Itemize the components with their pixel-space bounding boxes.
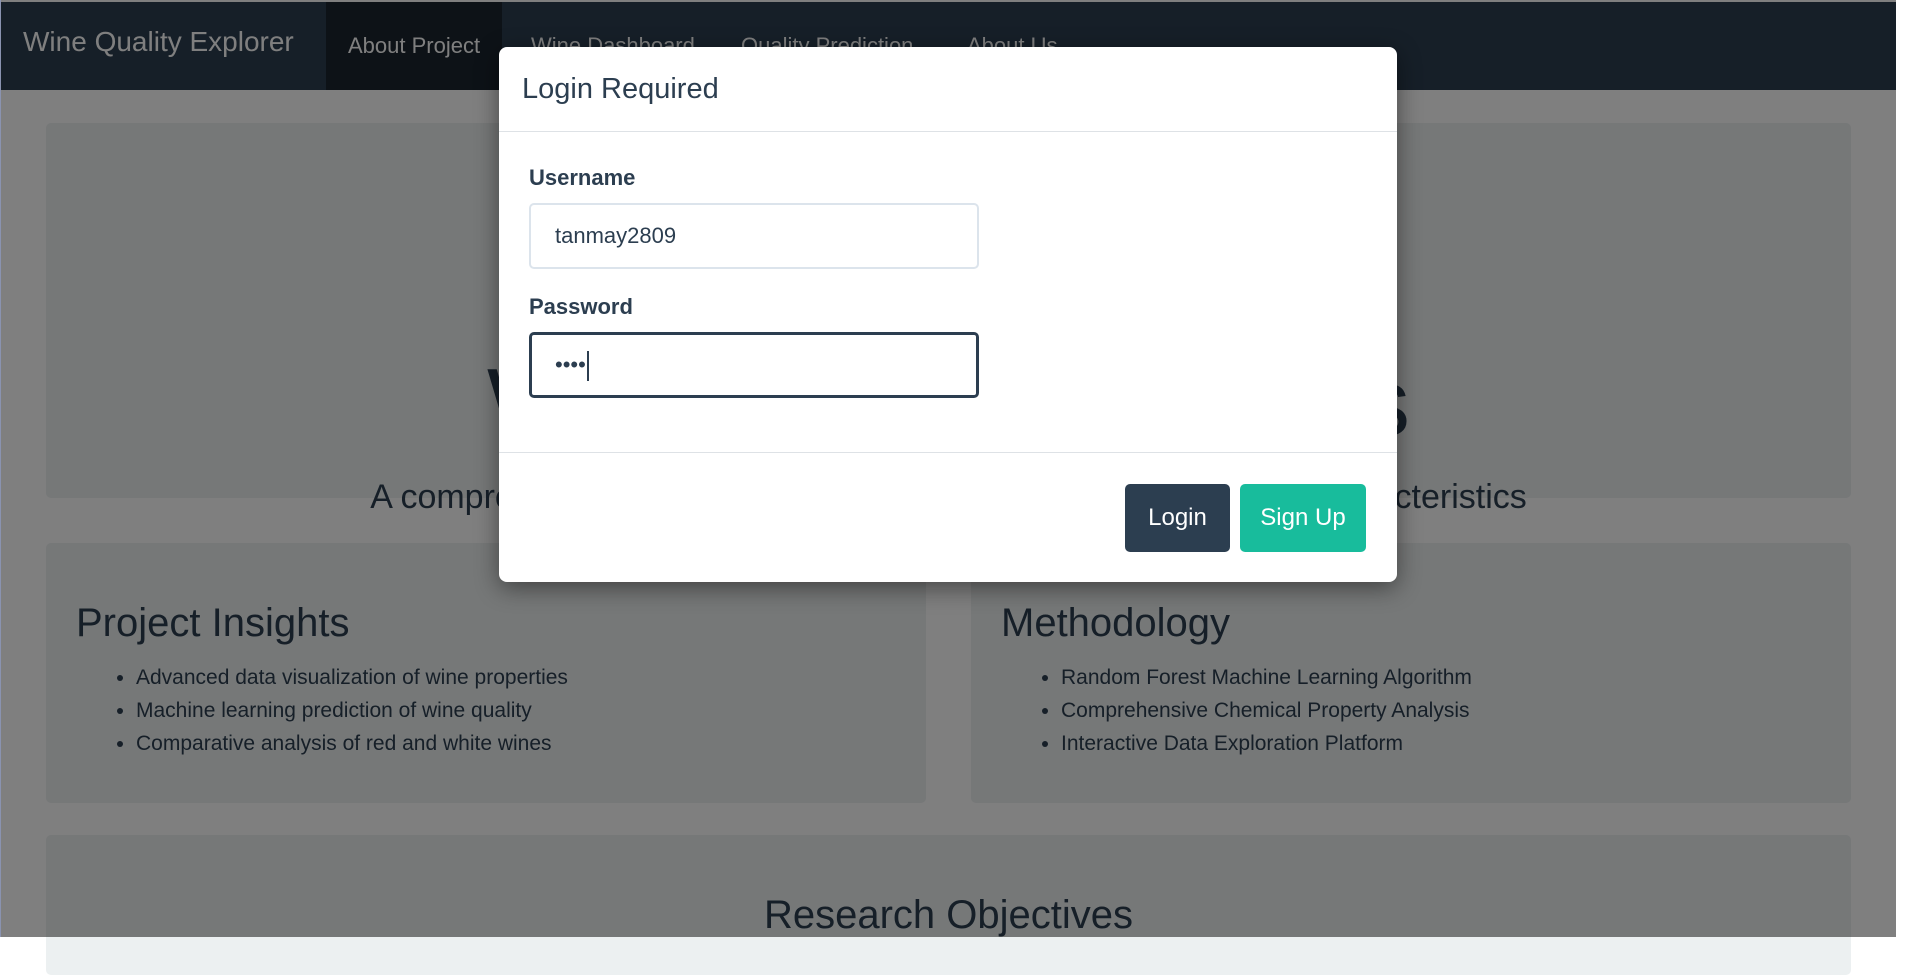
username-input[interactable]: tanmay2809 [529,203,979,269]
text-caret [586,351,589,382]
login-button[interactable]: Login [1125,484,1230,552]
modal-header: Login Required [499,47,1397,132]
app-frame: Wine Quality Explorer About Project Wine… [0,0,1897,975]
scrollbar-gutter [1896,0,1918,937]
modal-footer: Login Sign Up [499,452,1397,582]
signup-button[interactable]: Sign Up [1240,484,1366,552]
password-label: Password [529,294,633,319]
login-modal: Login Required Username tanmay2809 Passw… [499,47,1397,582]
password-value: •••• [555,352,586,377]
modal-title: Login Required [522,73,719,105]
password-input[interactable]: •••• [529,332,979,398]
username-label: Username [529,165,636,190]
username-value: tanmay2809 [555,223,677,248]
